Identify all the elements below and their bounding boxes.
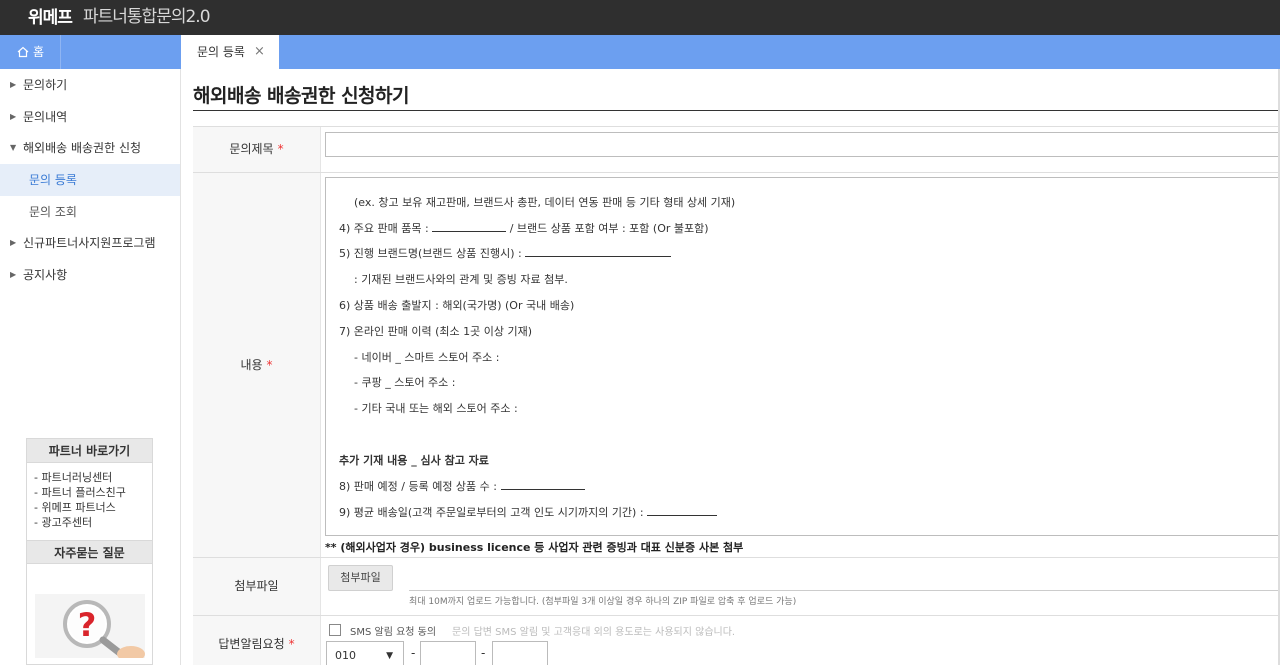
tab-label: 문의 등록: [197, 45, 245, 59]
sidebar-subitem-label: 문의 등록: [29, 173, 77, 187]
faq-question-magnifier-image[interactable]: ?: [35, 594, 145, 658]
editor-text: 8) 판매 예정 / 등록 예정 상품 수 :: [339, 480, 501, 493]
form-row-title: 문의제목 *: [193, 126, 1280, 172]
sidebar-item-label: 해외배송 배송권한 신청: [23, 141, 142, 155]
svg-text:?: ?: [78, 606, 97, 644]
caret-right-icon: ▶: [10, 270, 17, 279]
phone-last-input[interactable]: [492, 641, 548, 665]
editor-line: 6) 상품 배송 출발지 : 해외(국가명) (Or 국내 배송): [339, 299, 575, 312]
sidebar-item-label: 신규파트너사지원프로그램: [23, 236, 156, 250]
page-title: 해외배송 배송권한 신청하기: [193, 85, 410, 107]
caret-right-icon: ▶: [10, 80, 17, 89]
phone-dash: -: [411, 646, 416, 660]
partner-shortcut-box: 파트너 바로가기 - 파트너러닝센터 - 파트너 플러스친구 - 위메프 파트너…: [26, 438, 153, 665]
sidebar-item-overseas-shipping[interactable]: ▼ 해외배송 배송권한 신청: [0, 132, 180, 164]
attach-file-button[interactable]: 첨부파일: [328, 565, 393, 591]
sidebar-item-label: 공지사항: [23, 268, 68, 282]
question-magnifier-icon: ?: [63, 600, 145, 658]
form-row-attachment: 첨부파일 첨부파일 최대 10M까지 업로드 가능합니다. (첨부파일 3개 이…: [193, 557, 1280, 615]
sidebar-item-label: 문의내역: [23, 110, 68, 124]
inquiry-title-input[interactable]: [325, 132, 1280, 157]
phone-middle-input[interactable]: [420, 641, 476, 665]
phone-dash: -: [481, 646, 486, 660]
brand-subtitle: 파트너통합문의2.0: [83, 7, 211, 27]
form-row-sms: 답변알림요청 * SMS 알림 요청 동의 문의 답변 SMS 알림 및 고객응대…: [193, 615, 1280, 665]
required-mark: *: [266, 358, 273, 372]
editor-line: 4) 주요 판매 품목 : / 브랜드 상품 포함 여부 : 포함 (Or 불포…: [339, 220, 709, 236]
tab-inquiry-register[interactable]: 문의 등록 ×: [181, 35, 279, 69]
attachment-hint: 최대 10M까지 업로드 가능합니다. (첨부파일 3개 이상일 경우 하나의 …: [409, 597, 797, 607]
label-text: 첨부파일: [234, 579, 279, 593]
sidebar-subitem-register[interactable]: 문의 등록: [0, 164, 180, 196]
editor-line-heading: 추가 기재 내용 _ 심사 참고 자료: [339, 454, 489, 467]
tab-home-label: 홈: [33, 45, 45, 59]
blank-underline: [647, 507, 718, 516]
label-text: 답변알림요청: [218, 637, 285, 651]
blank-underline: [456, 177, 530, 178]
attachment-notice: ** (해외사업자 경우) business licence 등 사업자 관련 …: [325, 541, 744, 554]
sidebar-item-notice[interactable]: ▶ 공지사항: [0, 259, 180, 291]
editor-line: : 기재된 브랜드사와의 관계 및 증빙 자료 첨부.: [354, 273, 568, 286]
partner-links: - 파트너러닝센터 - 파트너 플러스친구 - 위메프 파트너스 - 광고주센터: [27, 463, 152, 540]
sidebar-item-inquire[interactable]: ▶ 문의하기: [0, 69, 180, 101]
partner-box-title: 파트너 바로가기: [27, 439, 152, 463]
required-mark: *: [277, 142, 284, 156]
caret-down-icon: ▼: [386, 651, 393, 661]
label-attachment: 첨부파일: [193, 558, 321, 615]
required-mark: *: [288, 637, 295, 651]
title-divider: [193, 110, 1280, 111]
editor-text: 9) 평균 배송일(고객 주문일로부터의 고객 인도 시기까지의 기간) :: [339, 506, 648, 519]
editor-text: 4) 주요 판매 품목 :: [339, 222, 433, 235]
editor-text: / 브랜드 상품 포함 여부 : 포함 (Or 불포함): [506, 222, 709, 235]
main-content: 해외배송 배송권한 신청하기 문의제목 * 내용 * (ex. 창고 보유 재고판매…: [181, 69, 1280, 665]
brand-logo[interactable]: 위메프: [28, 3, 73, 28]
sidebar-item-history[interactable]: ▶ 문의내역: [0, 101, 180, 133]
sidebar-subitem-search[interactable]: 문의 조회: [0, 196, 180, 228]
label-sms: 답변알림요청 *: [193, 616, 321, 665]
close-icon[interactable]: ×: [254, 35, 265, 69]
label-text: 내용: [240, 358, 263, 372]
editor-line: (ex. 창고 보유 재고판매, 브랜드사 총판, 데이터 연동 판매 등 기타…: [354, 196, 736, 209]
editor-line: 5) 진행 브랜드명(브랜드 상품 진행시) :: [339, 245, 672, 261]
phone-prefix-select[interactable]: 010 ▼: [326, 641, 404, 665]
partner-link-plusfriend[interactable]: - 파트너 플러스친구: [34, 485, 152, 500]
editor-line: 9) 평균 배송일(고객 주문일로부터의 고객 인도 시기까지의 기간) :: [339, 504, 718, 520]
caret-right-icon: ▶: [10, 238, 17, 247]
label-content: 내용 *: [193, 173, 321, 557]
editor-line: 7) 온라인 판매 이력 (최소 1곳 이상 기재): [339, 325, 533, 338]
sidebar-item-new-partner-program[interactable]: ▶ 신규파트너사지원프로그램: [0, 227, 180, 259]
sms-consent-label[interactable]: SMS 알림 요청 동의: [350, 623, 436, 638]
blank-underline: [432, 223, 507, 232]
faq-title[interactable]: 자주묻는 질문: [27, 540, 152, 564]
sidebar-subitem-label: 문의 조회: [29, 205, 77, 219]
top-header: 위메프 파트너통합문의2.0: [0, 0, 1280, 35]
tab-bar: 홈 문의 등록 ×: [0, 35, 1280, 69]
editor-line: 8) 판매 예정 / 등록 예정 상품 수 :: [339, 478, 585, 494]
caret-right-icon: ▶: [10, 112, 17, 121]
sms-consent-checkbox[interactable]: [329, 624, 341, 636]
label-text: 문의제목: [229, 142, 274, 156]
partner-link-partners[interactable]: - 위메프 파트너스: [34, 500, 152, 515]
file-name-field[interactable]: [409, 590, 1280, 591]
blank-underline: [500, 481, 585, 490]
partner-link-ad-center[interactable]: - 광고주센터: [34, 515, 152, 530]
blank-underline: [525, 248, 672, 257]
editor-line: - 기타 국내 또는 해외 스토어 주소 :: [354, 402, 518, 415]
editor-line: - 쿠팡 _ 스토어 주소 :: [354, 376, 456, 389]
partner-link-learning[interactable]: - 파트너러닝센터: [34, 470, 152, 485]
editor-text: 5) 진행 브랜드명(브랜드 상품 진행시) :: [339, 247, 526, 260]
content-editor[interactable]: (ex. 창고 보유 재고판매, 브랜드사 총판, 데이터 연동 판매 등 기타…: [325, 177, 1280, 536]
form-row-content: 내용 * (ex. 창고 보유 재고판매, 브랜드사 총판, 데이터 연동 판매 …: [193, 172, 1280, 557]
phone-prefix-value: 010: [335, 649, 356, 662]
sms-note: 문의 답변 SMS 알림 및 고객응대 외의 용도로는 사용되지 않습니다.: [452, 627, 736, 638]
home-icon: [17, 46, 29, 58]
tab-home[interactable]: 홈: [0, 35, 61, 69]
label-inquiry-title: 문의제목 *: [193, 127, 321, 172]
sidebar-item-label: 문의하기: [23, 78, 68, 92]
editor-line: - 네이버 _ 스마트 스토어 주소 :: [354, 351, 500, 364]
caret-down-icon: ▼: [10, 143, 17, 152]
